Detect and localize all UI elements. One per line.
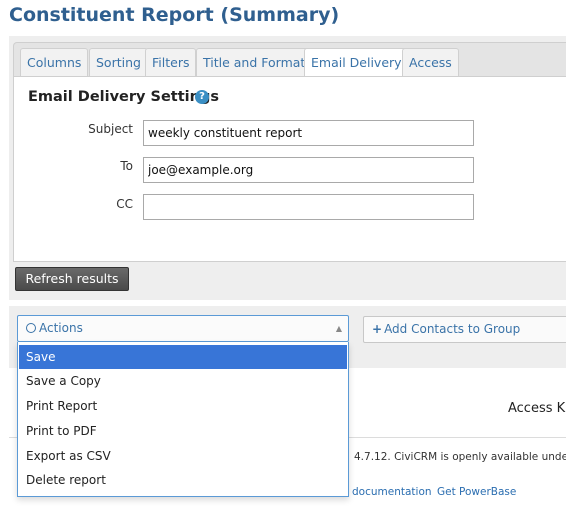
menu-item-save-a-copy[interactable]: Save a Copy <box>19 369 347 393</box>
menu-item-print-to-pdf[interactable]: Print to PDF <box>19 419 347 443</box>
add-contacts-to-group-button[interactable]: + Add Contacts to Group <box>363 316 566 343</box>
tab-bar: Columns Sorting Filters Title and Format… <box>13 42 566 78</box>
section-heading: Email Delivery Settings <box>28 89 219 105</box>
tab-email-delivery[interactable]: Email Delivery <box>304 48 409 78</box>
question-circle-icon[interactable]: ? <box>195 90 209 104</box>
footer-link-get-powerbase[interactable]: Get PowerBase <box>437 486 516 498</box>
menu-item-print-report[interactable]: Print Report <box>19 394 347 418</box>
actions-select[interactable]: Actions ▲ <box>17 315 349 342</box>
add-contacts-label: Add Contacts to Group <box>384 322 521 336</box>
cc-input[interactable] <box>143 194 474 220</box>
footer-link-documentation[interactable]: documentation <box>352 486 432 498</box>
to-label: To <box>120 159 133 173</box>
tab-columns[interactable]: Columns <box>20 48 89 77</box>
caret-up-icon: ▲ <box>335 324 342 333</box>
to-input[interactable] <box>143 157 474 183</box>
menu-item-export-as-csv[interactable]: Export as CSV <box>19 444 347 468</box>
cc-label: CC <box>116 197 133 211</box>
tab-title-and-format[interactable]: Title and Format <box>196 48 313 77</box>
tab-filters[interactable]: Filters <box>145 48 197 77</box>
page-title: Constituent Report (Summary) <box>9 4 340 26</box>
menu-item-save[interactable]: Save <box>19 345 347 369</box>
subject-input[interactable] <box>143 120 474 146</box>
actions-dropdown-menu: Save Save a Copy Print Report Print to P… <box>17 342 349 497</box>
actions-label: Actions <box>39 321 83 335</box>
tab-access[interactable]: Access <box>402 48 459 77</box>
plus-icon: + <box>372 322 383 336</box>
subject-label: Subject <box>88 122 133 136</box>
footer-version-text: 4.7.12. CiviCRM is openly available unde… <box>354 451 566 463</box>
refresh-results-button[interactable]: Refresh results <box>15 267 129 291</box>
tab-sorting[interactable]: Sorting <box>89 48 148 77</box>
menu-item-delete-report[interactable]: Delete report <box>19 468 347 492</box>
check-circle-icon <box>26 323 36 333</box>
access-text: Access K <box>508 401 566 416</box>
